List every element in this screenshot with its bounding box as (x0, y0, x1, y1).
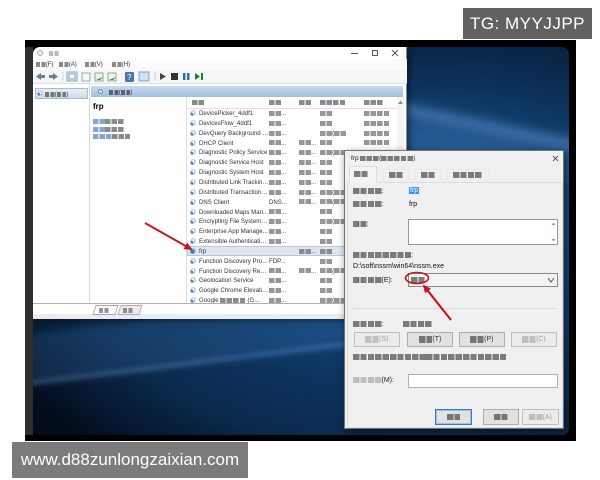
svg-text:?: ? (127, 73, 132, 82)
